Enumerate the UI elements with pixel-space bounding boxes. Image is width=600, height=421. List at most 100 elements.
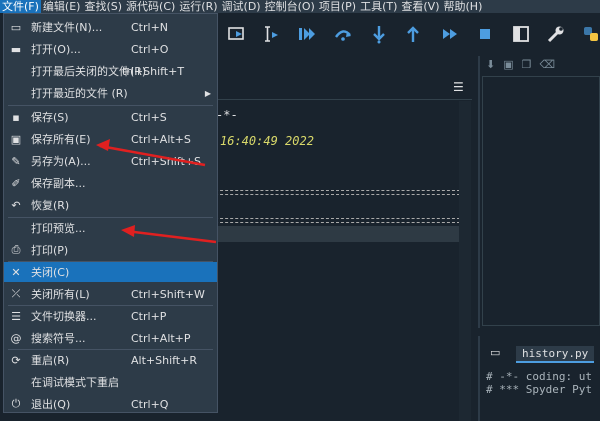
menu-item-shortcut: Ctrl+N <box>131 20 169 34</box>
code-editor[interactable]: -*- 16:40:49 2022 <box>210 101 472 421</box>
history-line: # -*- coding: ut <box>486 370 592 383</box>
menu-item-shortcut: Ctrl+O <box>131 42 169 56</box>
file-menu-item-revert[interactable]: ↶ 恢复(R) <box>4 195 217 215</box>
menu-item-label: 关闭(C) <box>31 266 70 279</box>
preferences-wrench-icon[interactable] <box>543 21 569 47</box>
file-menu-item-new-file[interactable]: ▭ 新建文件(N)... Ctrl+N <box>4 17 217 37</box>
menu-item-shortcut: Ctrl+Shift+W <box>131 287 205 301</box>
menu-item-label: 保存(S) <box>31 111 69 124</box>
python-path-icon[interactable] <box>578 21 600 47</box>
save-copy-icon: ✐ <box>11 176 21 190</box>
editor-scrollbar[interactable] <box>459 101 471 421</box>
menu-item-shortcut: Ctrl+Alt+S <box>131 132 191 146</box>
run-cell-icon[interactable] <box>224 21 250 47</box>
remove-all-icon[interactable]: ⌫ <box>540 58 556 72</box>
menu-item-shortcut: Ctrl+Q <box>131 397 169 411</box>
history-pane: ▭ history.py # -*- coding: ut # *** Spyd… <box>478 336 600 421</box>
menu-item-label: 打开最近的文件 (R) <box>31 87 128 100</box>
debug-icon[interactable] <box>294 21 320 47</box>
menu-run[interactable]: 运行(R) <box>177 0 219 13</box>
file-menu-item-restart-debug[interactable]: 在调试模式下重启 <box>4 372 217 392</box>
maximize-pane-icon[interactable] <box>508 21 534 47</box>
cell-separator <box>210 218 460 219</box>
file-menu-item-open[interactable]: ▬ 打开(O)... Ctrl+O <box>4 39 217 59</box>
file-menu-item-save[interactable]: ▪ 保存(S) Ctrl+S <box>4 107 217 127</box>
file-menu-item-print[interactable]: ⎙ 打印(P) <box>4 240 217 260</box>
menu-item-shortcut: Ctrl+S <box>131 110 167 124</box>
step-into-icon[interactable] <box>366 21 392 47</box>
submenu-arrow-icon: ▶ <box>204 88 211 98</box>
menu-item-shortcut: Ctrl+Shift+S <box>131 154 201 168</box>
history-line: # *** Spyder Pyt <box>486 383 592 396</box>
menu-item-label: 在调试模式下重启 <box>31 376 119 389</box>
file-menu-item-quit[interactable]: ⏻ 退出(Q) Ctrl+Q <box>4 394 217 414</box>
stop-icon[interactable] <box>472 21 498 47</box>
symbol-search-icon: @ <box>10 331 22 345</box>
menu-item-label: 打印预览... <box>31 222 86 235</box>
menu-search[interactable]: 查找(S) <box>82 0 124 13</box>
menu-console[interactable]: 控制台(O) <box>263 0 317 13</box>
cell-separator <box>210 222 460 223</box>
menu-tools[interactable]: 工具(T) <box>358 0 399 13</box>
menu-item-label: 恢复(R) <box>31 199 70 212</box>
file-menu-item-print-preview[interactable]: 打印预览... <box>4 218 217 238</box>
run-selection-icon[interactable] <box>258 21 284 47</box>
menu-view[interactable]: 查看(V) <box>399 0 441 13</box>
copy-icon[interactable]: ❐ <box>522 58 532 72</box>
menu-debug[interactable]: 调试(D) <box>220 0 263 13</box>
variable-explorer-toolbar: ⬇ ▣ ❐ ⌫ <box>480 56 600 74</box>
file-menu-item-open-recent[interactable]: 打开最近的文件 (R) ▶ <box>4 83 217 103</box>
menu-item-label: 保存所有(E) <box>31 133 91 146</box>
menu-projects[interactable]: 项目(P) <box>317 0 358 13</box>
file-menu-item-restart[interactable]: ⟳ 重启(R) Alt+Shift+R <box>4 350 217 370</box>
save-all-icon: ▣ <box>10 132 22 146</box>
open-folder-icon: ▬ <box>10 42 22 56</box>
menu-source[interactable]: 源代码(C) <box>124 0 177 13</box>
menu-item-shortcut: Ctrl+P <box>131 309 167 323</box>
menu-help[interactable]: 帮助(H) <box>442 0 485 13</box>
print-icon: ⎙ <box>11 243 21 256</box>
menu-item-label: 重启(R) <box>31 354 70 367</box>
editor-line: -*- <box>216 108 238 122</box>
import-data-icon[interactable]: ⬇ <box>486 58 495 72</box>
menu-item-label: 另存为(A)... <box>31 155 91 168</box>
menu-item-label: 打印(P) <box>31 244 69 257</box>
menu-item-label: 搜索符号... <box>31 332 86 345</box>
step-return-icon[interactable] <box>400 21 426 47</box>
revert-icon: ↶ <box>11 198 21 212</box>
editor-options-menu-icon[interactable]: ☰ <box>453 80 464 94</box>
variable-explorer-pane: ⬇ ▣ ❐ ⌫ <box>478 56 600 328</box>
close-icon: ✕ <box>11 265 21 279</box>
menu-item-label: 保存副本... <box>31 177 86 190</box>
menu-item-shortcut: Alt+Shift+R <box>131 353 197 367</box>
continue-icon[interactable] <box>437 21 463 47</box>
file-menu-item-save-all[interactable]: ▣ 保存所有(E) Ctrl+Alt+S <box>4 129 217 149</box>
editor-datetime: 16:40:49 2022 <box>220 134 314 148</box>
close-all-icon: ⤫ <box>11 287 21 300</box>
menu-item-label: 关闭所有(L) <box>31 288 90 301</box>
menu-file[interactable]: 文件(F) <box>0 0 41 13</box>
menu-item-shortcut: trl+Shift+T <box>122 64 185 78</box>
new-file-icon: ▭ <box>10 20 22 34</box>
file-menu-item-close[interactable]: ✕ 关闭(C) <box>4 262 217 282</box>
file-menu-item-open-last-closed[interactable]: 打开最后关闭的文件(R) trl+Shift+T <box>4 61 217 81</box>
file-menu-item-close-all[interactable]: ⤫ 关闭所有(L) Ctrl+Shift+W <box>4 284 217 304</box>
editor-tabbar <box>210 74 472 100</box>
history-browse-icon[interactable]: ▭ <box>490 346 500 359</box>
file-menu-dropdown: ▭ 新建文件(N)... Ctrl+N ▬ 打开(O)... Ctrl+O 打开… <box>3 13 218 413</box>
power-icon: ⏻ <box>11 397 21 410</box>
file-menu-item-symbol-finder[interactable]: @ 搜索符号... Ctrl+Alt+P <box>4 328 217 348</box>
menu-item-label: 新建文件(N)... <box>31 21 103 34</box>
file-menu-item-save-as[interactable]: ✎ 另存为(A)... Ctrl+Shift+S <box>4 151 217 171</box>
file-menu-item-save-copy[interactable]: ✐ 保存副本... <box>4 173 217 193</box>
history-tab[interactable]: history.py <box>516 346 595 363</box>
file-menu-item-file-switcher[interactable]: ☰ 文件切换器... Ctrl+P <box>4 306 217 326</box>
variable-explorer-body[interactable] <box>482 76 600 326</box>
save-data-icon[interactable]: ▣ <box>503 58 513 72</box>
save-as-icon: ✎ <box>11 154 21 168</box>
menu-item-label: 打开(O)... <box>31 43 81 56</box>
step-over-icon[interactable] <box>330 21 356 47</box>
menu-edit[interactable]: 编辑(E) <box>41 0 83 13</box>
menu-item-label: 退出(Q) <box>31 398 71 411</box>
cell-separator <box>210 190 460 191</box>
